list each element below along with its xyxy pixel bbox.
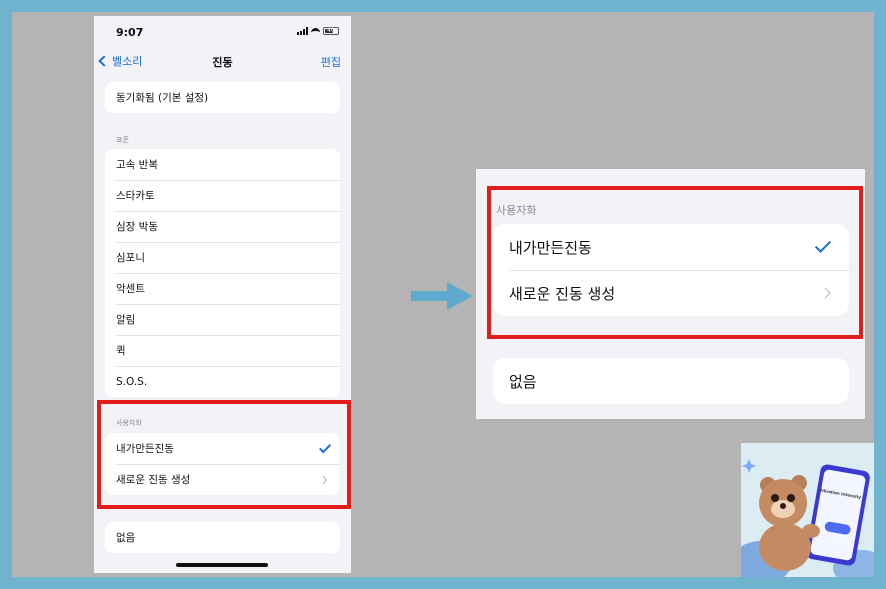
status-icons: 40	[297, 27, 339, 35]
list-item[interactable]: 알림	[105, 304, 340, 335]
list-item-label: S.O.S.	[116, 375, 148, 388]
page-title: 진동	[212, 56, 233, 69]
none-group: 없음	[105, 522, 340, 553]
home-indicator	[176, 563, 268, 567]
status-time: 9:07	[116, 26, 144, 39]
list-item-label: 알림	[116, 314, 136, 326]
battery-level: 40	[327, 27, 335, 34]
phone-screen: 9:07 40 벨소리 진동 편집 동기화됨 (기본 설정) 표준 고속 반복 …	[94, 16, 351, 573]
list-item-label: 심장 박동	[116, 221, 158, 233]
battery-icon: 40	[323, 27, 339, 35]
none-item[interactable]: 없음	[105, 522, 340, 553]
sync-item-label: 동기화됨 (기본 설정)	[116, 92, 209, 104]
list-item[interactable]: 심포니	[105, 242, 340, 273]
list-item-label: 악센트	[116, 283, 145, 295]
sync-group: 동기화됨 (기본 설정)	[105, 82, 340, 113]
navigation-bar: 벨소리 진동 편집	[94, 50, 351, 74]
none-group-zoomed: 없음	[493, 358, 849, 404]
list-item[interactable]: 고속 반복	[105, 149, 340, 180]
list-item[interactable]: 악센트	[105, 273, 340, 304]
edit-button[interactable]: 편집	[321, 54, 341, 70]
none-item-zoomed[interactable]: 없음	[493, 358, 849, 404]
list-item-label: 심포니	[116, 252, 145, 264]
wifi-icon	[311, 27, 320, 35]
bear-with-phone-illustration: Vibration Intensity Google	[741, 443, 874, 577]
highlight-box	[97, 400, 351, 509]
none-item-label-zoomed: 없음	[509, 372, 537, 391]
list-item-label: 퀵	[116, 345, 126, 357]
standard-group: 고속 반복 스타카토 심장 박동 심포니 악센트 알림 퀵 S.O.S.	[105, 149, 340, 397]
list-item-label: 스타카토	[116, 190, 155, 202]
none-item-label: 없음	[116, 532, 136, 544]
sync-item[interactable]: 동기화됨 (기본 설정)	[105, 82, 340, 113]
cellular-signal-icon	[297, 27, 308, 35]
status-bar: 9:07 40	[94, 16, 351, 50]
list-item[interactable]: S.O.S.	[105, 366, 340, 397]
standard-section-header: 표준	[116, 136, 129, 144]
list-item[interactable]: 퀵	[105, 335, 340, 366]
list-item-label: 고속 반복	[116, 159, 158, 171]
list-item[interactable]: 스타카토	[105, 180, 340, 211]
list-item[interactable]: 심장 박동	[105, 211, 340, 242]
highlight-box-zoomed	[487, 186, 863, 339]
zoomed-panel: 사용자화 내가만든진동 새로운 진동 생성 없음	[476, 169, 865, 419]
arrow-right-icon	[411, 282, 473, 310]
